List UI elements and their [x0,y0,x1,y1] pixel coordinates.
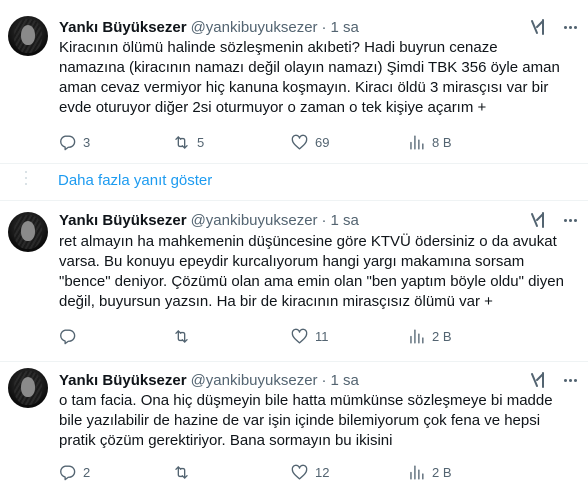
retweet-icon [175,465,188,479]
reply-button[interactable]: 3 [58,132,90,152]
timestamp[interactable]: 1 sa [331,372,359,389]
more-icon[interactable] [560,210,580,230]
reply-icon [60,134,76,150]
views-button[interactable]: 2 B [407,462,452,482]
tweet-header: Yankı Büyüksezer @yankibuyuksezer · 1 sa [59,210,359,230]
grok-icon[interactable] [528,370,548,390]
tweet-actions: 11 2 B [54,326,574,346]
like-count: 69 [315,134,330,150]
avatar[interactable] [8,16,48,56]
tweet-line: o tam facia. Ona hiç düşmeyin bile hatta… [59,392,553,409]
heart-icon [291,328,308,344]
like-button[interactable]: 12 [290,462,329,482]
views-count: 8 B [432,134,452,150]
show-more-replies[interactable]: Daha fazla yanıt göster [0,163,588,200]
author-handle[interactable]: @yankibuyuksezer [191,19,318,36]
tweet-line: "bence" deniyor. Çözümü olan ama emin ol… [59,273,564,290]
reply-count: 3 [83,134,91,150]
separator-dot: · [321,211,327,229]
more-icon[interactable] [560,370,580,390]
reply-icon [60,464,76,480]
like-count: 12 [315,464,330,480]
reply-icon [60,328,76,344]
more-icon[interactable] [560,17,580,37]
timestamp[interactable]: 1 sa [331,19,359,36]
grok-icon[interactable] [528,210,548,230]
separator-dot: · [321,371,327,389]
tweet[interactable]: Yankı Büyüksezer @yankibuyuksezer · 1 sa… [0,362,588,502]
views-count: 2 B [432,328,452,344]
tweet-header: Yankı Büyüksezer @yankibuyuksezer · 1 sa [59,370,359,390]
retweet-button[interactable]: 5 [172,132,204,152]
author-name[interactable]: Yankı Büyüksezer [59,212,187,229]
thread-dots-icon [24,171,28,191]
tweet-line: namazına (kiracının namazı değil olayın … [59,59,560,76]
views-button[interactable]: 2 B [407,326,452,346]
reply-button[interactable] [58,326,83,346]
views-count: 2 B [432,464,452,480]
tweet-line: evde oturuyor diğer 2si oturmuyor o zama… [59,99,487,116]
views-icon [410,328,424,344]
author-name[interactable]: Yankı Büyüksezer [59,19,187,36]
views-icon [410,134,424,150]
timestamp[interactable]: 1 sa [331,212,359,229]
retweet-button[interactable] [172,462,197,482]
tweet-actions: 3 5 69 8 B [54,132,574,152]
avatar[interactable] [8,212,48,252]
reply-button[interactable]: 2 [58,462,90,482]
retweet-count: 5 [197,134,205,150]
like-count: 11 [315,328,329,344]
tweet-line: değil, buyursun yazsın. Ha bir de kiracı… [59,293,493,310]
tweet-line: aman cevaz vermiyor hiç kanuna koşmayın.… [59,79,549,96]
separator-dot: · [321,18,327,36]
retweet-button[interactable] [172,326,197,346]
author-name[interactable]: Yankı Büyüksezer [59,372,187,389]
grok-icon[interactable] [528,17,548,37]
tweet-text: Kiracının ölümü halinde sözleşmenin akıb… [59,38,574,118]
like-button[interactable]: 11 [290,326,329,346]
tweet-line: bile yazılabilir de hazine de var işin i… [59,412,541,429]
views-button[interactable]: 8 B [407,132,452,152]
tweet-line: Kiracının ölümü halinde sözleşmenin akıb… [59,39,498,56]
tweet[interactable]: Yankı Büyüksezer @yankibuyuksezer · 1 sa… [0,0,588,163]
show-more-replies-link[interactable]: Daha fazla yanıt göster [58,172,212,189]
tweet-line: varsa. Bu konuyu epeydir kurcalıyorum ha… [59,253,525,270]
author-handle[interactable]: @yankibuyuksezer [191,212,318,229]
tweet-actions: 2 12 2 B [54,462,574,482]
heart-icon [291,464,308,480]
tweet[interactable]: Yankı Büyüksezer @yankibuyuksezer · 1 sa… [0,201,588,361]
retweet-icon [175,135,188,149]
tweet-text: o tam facia. Ona hiç düşmeyin bile hatta… [59,391,574,451]
retweet-icon [175,329,188,343]
tweet-line: pratik çözüm gerektiriyor. Bana sormayın… [59,432,393,449]
views-icon [410,464,424,480]
tweet-line: ret almayın ha mahkemenin düşüncesine gö… [59,233,557,250]
reply-count: 2 [83,464,91,480]
tweet-text: ret almayın ha mahkemenin düşüncesine gö… [59,232,574,312]
avatar[interactable] [8,368,48,408]
like-button[interactable]: 69 [290,132,329,152]
tweet-header: Yankı Büyüksezer @yankibuyuksezer · 1 sa [59,17,359,37]
author-handle[interactable]: @yankibuyuksezer [191,372,318,389]
heart-icon [291,134,308,150]
